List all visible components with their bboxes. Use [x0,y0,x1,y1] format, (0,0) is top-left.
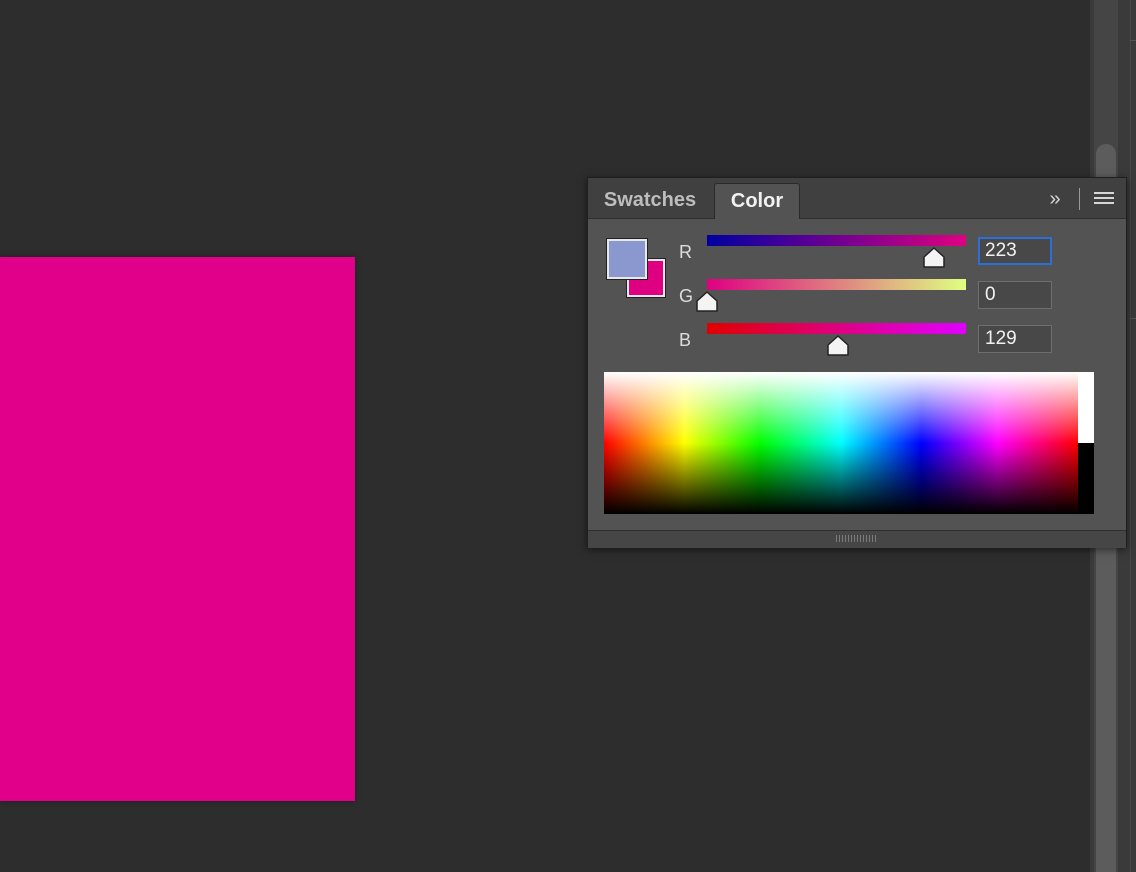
panel-footer [588,530,1126,548]
document-canvas[interactable] [0,257,355,801]
white-swatch[interactable] [1078,372,1094,443]
green-value-input[interactable] [978,281,1052,309]
red-value-input[interactable] [978,237,1052,265]
color-spectrum-ramp[interactable] [604,372,1078,514]
tab-bar-separator [1079,188,1080,210]
red-slider-handle[interactable] [922,247,946,269]
color-panel: Swatches Color » R G B [587,177,1127,548]
foreground-color-swatch[interactable] [606,238,648,280]
blue-slider-track[interactable] [707,323,966,334]
blue-value-input[interactable] [978,325,1052,353]
red-channel-label: R [679,242,692,262]
double-chevron-right-icon[interactable]: » [1044,188,1066,210]
blue-channel-label: B [679,330,692,350]
tab-swatches[interactable]: Swatches [588,183,712,218]
black-swatch[interactable] [1078,443,1094,514]
red-slider-track[interactable] [707,235,966,246]
dock-separator [1130,40,1136,41]
green-slider-track[interactable] [707,279,966,290]
hamburger-menu-icon[interactable] [1094,192,1114,208]
dock-divider [1130,0,1131,872]
green-channel-label: G [679,286,694,306]
blue-slider-handle[interactable] [826,335,850,357]
panel-tab-bar: Swatches Color » [588,178,1126,219]
green-slider-handle[interactable] [695,291,719,313]
dock-separator [1130,318,1136,319]
tab-color[interactable]: Color [714,183,800,219]
app-window: Swatches Color » R G B [0,0,1136,872]
resize-grip-icon[interactable] [836,535,876,542]
